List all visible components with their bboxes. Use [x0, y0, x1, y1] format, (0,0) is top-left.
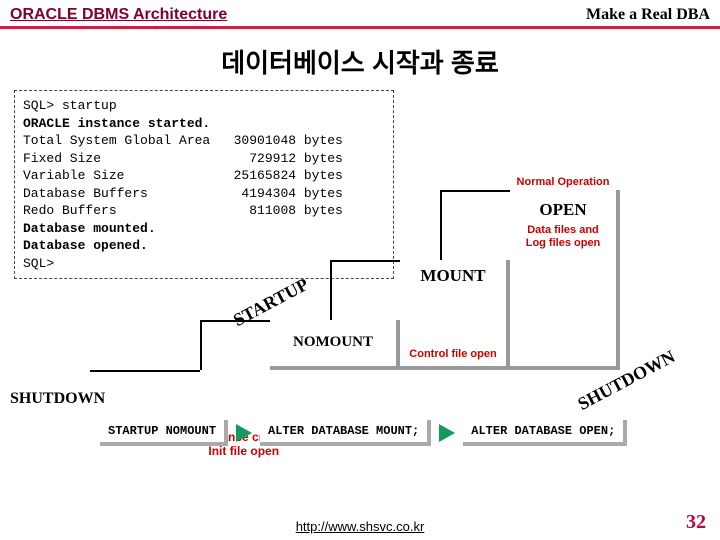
label-shutdown-state: SHUTDOWN — [10, 390, 105, 408]
label-mount: MOUNT — [400, 266, 506, 286]
caption-datafiles: Data files and Log files open — [510, 224, 616, 250]
command-row: STARTUP NOMOUNT ALTER DATABASE MOUNT; AL… — [100, 420, 627, 446]
caption-control-file: Control file open — [400, 348, 506, 360]
sql-line: Database mounted. — [23, 221, 156, 236]
arrow-icon — [236, 424, 252, 442]
sql-line: Total System Global Area 30901048 bytes — [23, 133, 343, 148]
footer: http://www.shsvc.co.kr — [0, 519, 720, 534]
state-mount: MOUNT Control file open — [400, 260, 510, 370]
cmd-alter-mount: ALTER DATABASE MOUNT; — [260, 420, 431, 446]
sql-line: Database opened. — [23, 238, 148, 253]
footer-url: http://www.shsvc.co.kr — [296, 519, 425, 534]
label-open: OPEN — [510, 200, 616, 220]
caption-normal-op: Normal Operation — [510, 176, 616, 188]
header-right: Make a Real DBA — [586, 6, 710, 24]
header-left: ORACLE DBMS Architecture — [10, 6, 227, 24]
cmd-alter-open: ALTER DATABASE OPEN; — [463, 420, 627, 446]
label-nomount: NOMOUNT — [270, 334, 396, 351]
arrow-icon — [439, 424, 455, 442]
state-nomount: NOMOUNT — [270, 320, 400, 370]
page-title: 데이터베이스 시작과 종료 — [0, 43, 720, 80]
sql-line: SQL> — [23, 256, 54, 271]
sql-line: SQL> startup — [23, 98, 117, 113]
sql-line: ORACLE instance started. — [23, 116, 210, 131]
sql-line: Variable Size 25165824 bytes — [23, 168, 343, 183]
state-open: Normal Operation OPEN Data files and Log… — [510, 190, 620, 370]
cmd-startup-nomount: STARTUP NOMOUNT — [100, 420, 228, 446]
sql-line: Fixed Size 729912 bytes — [23, 151, 343, 166]
page-number: 32 — [686, 511, 706, 534]
